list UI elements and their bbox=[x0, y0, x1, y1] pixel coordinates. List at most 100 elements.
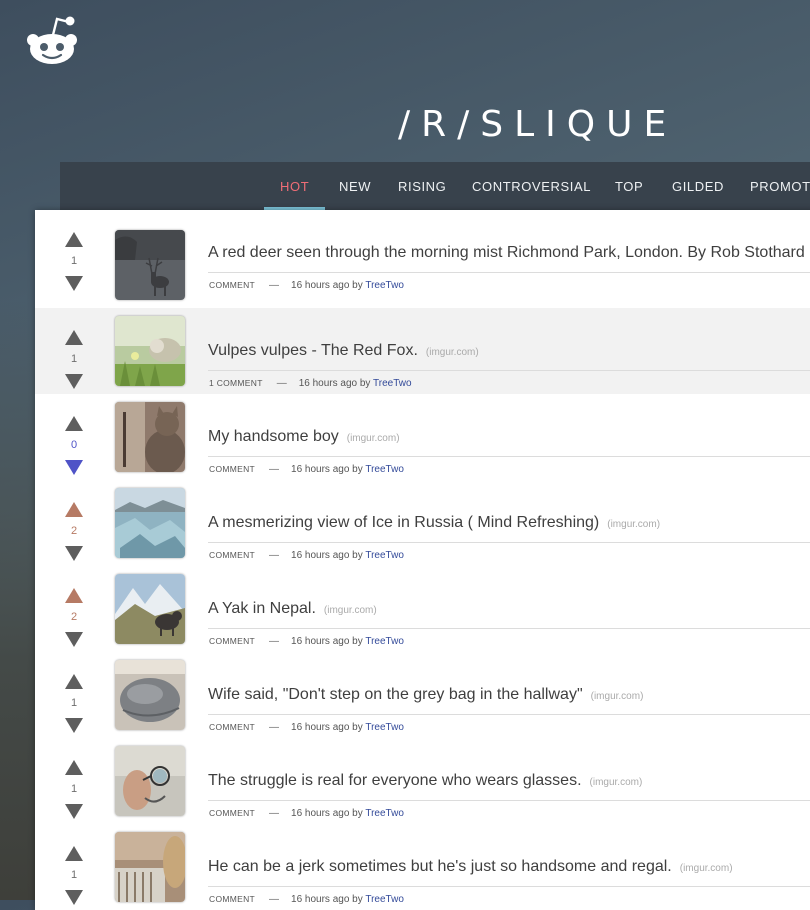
vote-box: 2 bbox=[59, 588, 91, 648]
divider bbox=[208, 800, 810, 801]
vote-box: 0 bbox=[59, 416, 91, 476]
post-meta: COMMENT — 16 hours ago by TreeTwo bbox=[209, 280, 404, 291]
post-time: 16 hours ago by bbox=[298, 378, 371, 389]
comments-link[interactable]: COMMENT bbox=[209, 464, 255, 474]
upvote-arrow-icon[interactable] bbox=[65, 330, 83, 345]
comments-link[interactable]: COMMENT bbox=[209, 636, 255, 646]
tab-top[interactable]: TOP bbox=[615, 162, 643, 208]
vote-box: 1 bbox=[59, 330, 91, 390]
post-score: 1 bbox=[70, 255, 78, 267]
post-title-line: Wife said, "Don't step on the grey bag i… bbox=[208, 686, 643, 704]
post-thumbnail[interactable] bbox=[115, 230, 185, 300]
post-title[interactable]: A mesmerizing view of Ice in Russia ( Mi… bbox=[208, 514, 599, 531]
upvote-arrow-icon[interactable] bbox=[65, 760, 83, 775]
meta-separator: — bbox=[269, 280, 280, 291]
author-link[interactable]: TreeTwo bbox=[365, 808, 404, 819]
post-row: 0 My handsome boy (imgur.com) COMMENT — 16 … bbox=[35, 394, 810, 480]
author-link[interactable]: TreeTwo bbox=[365, 722, 404, 733]
post-domain[interactable]: (imgur.com) bbox=[607, 519, 660, 530]
post-domain[interactable]: (imgur.com) bbox=[590, 777, 643, 788]
post-thumbnail[interactable] bbox=[115, 402, 185, 472]
post-score: 1 bbox=[70, 353, 78, 365]
post-meta: COMMENT — 16 hours ago by TreeTwo bbox=[209, 464, 404, 475]
comments-link[interactable]: COMMENT bbox=[209, 722, 255, 732]
post-title-line: He can be a jerk sometimes but he's just… bbox=[208, 858, 733, 876]
tab-rising[interactable]: RISING bbox=[398, 162, 446, 208]
meta-separator: — bbox=[269, 808, 280, 819]
post-title[interactable]: A Yak in Nepal. bbox=[208, 600, 316, 617]
cat-thumbnail bbox=[115, 402, 185, 472]
post-score: 2 bbox=[70, 611, 78, 623]
divider bbox=[208, 886, 810, 887]
post-domain[interactable]: (imgur.com) bbox=[324, 605, 377, 616]
tab-hot[interactable]: HOT bbox=[263, 162, 326, 210]
post-score: 1 bbox=[70, 697, 78, 709]
hand-glasses-thumbnail bbox=[115, 746, 185, 816]
downvote-arrow-icon[interactable] bbox=[65, 632, 83, 647]
comments-link[interactable]: COMMENT bbox=[209, 808, 255, 818]
meta-separator: — bbox=[269, 464, 280, 475]
vote-box: 1 bbox=[59, 760, 91, 820]
sort-tab-bar: HOT NEW RISING CONTROVERSIAL TOP GILDED … bbox=[60, 162, 810, 210]
downvote-arrow-icon[interactable] bbox=[65, 460, 83, 475]
upvote-arrow-icon[interactable] bbox=[65, 846, 83, 861]
post-title[interactable]: My handsome boy bbox=[208, 428, 339, 445]
post-title[interactable]: The struggle is real for everyone who we… bbox=[208, 772, 582, 789]
downvote-arrow-icon[interactable] bbox=[65, 890, 83, 905]
post-score: 1 bbox=[70, 869, 78, 881]
author-link[interactable]: TreeTwo bbox=[365, 280, 404, 291]
post-title[interactable]: Wife said, "Don't step on the grey bag i… bbox=[208, 686, 583, 703]
meta-separator: — bbox=[269, 550, 280, 561]
post-domain[interactable]: (imgur.com) bbox=[426, 347, 479, 358]
post-meta: COMMENT — 16 hours ago by TreeTwo bbox=[209, 808, 404, 819]
upvote-arrow-icon[interactable] bbox=[65, 674, 83, 689]
post-row: 2 A mesmerizing view of Ice in Russia ( … bbox=[35, 480, 810, 566]
downvote-arrow-icon[interactable] bbox=[65, 718, 83, 733]
author-link[interactable]: TreeTwo bbox=[365, 464, 404, 475]
post-thumbnail[interactable] bbox=[115, 488, 185, 558]
comments-link[interactable]: COMMENT bbox=[209, 550, 255, 560]
post-time: 16 hours ago by bbox=[291, 464, 363, 475]
downvote-arrow-icon[interactable] bbox=[65, 276, 83, 291]
post-title-line: Vulpes vulpes - The Red Fox. (imgur.com) bbox=[208, 342, 479, 360]
post-thumbnail[interactable] bbox=[115, 316, 185, 386]
reddit-logo-icon[interactable] bbox=[22, 15, 82, 67]
downvote-arrow-icon[interactable] bbox=[65, 804, 83, 819]
downvote-arrow-icon[interactable] bbox=[65, 546, 83, 561]
post-thumbnail[interactable] bbox=[115, 746, 185, 816]
post-thumbnail[interactable] bbox=[115, 574, 185, 644]
post-thumbnail[interactable] bbox=[115, 832, 185, 902]
upvote-arrow-icon[interactable] bbox=[65, 232, 83, 247]
tab-new[interactable]: NEW bbox=[339, 162, 371, 208]
post-meta: COMMENT — 16 hours ago by TreeTwo bbox=[209, 550, 404, 561]
author-link[interactable]: TreeTwo bbox=[373, 378, 412, 389]
post-time: 16 hours ago by bbox=[291, 550, 363, 561]
author-link[interactable]: TreeTwo bbox=[365, 636, 404, 647]
post-title[interactable]: A red deer seen through the morning mist… bbox=[208, 244, 805, 261]
tab-gilded[interactable]: GILDED bbox=[672, 162, 724, 208]
post-title[interactable]: Vulpes vulpes - The Red Fox. bbox=[208, 342, 418, 359]
author-link[interactable]: TreeTwo bbox=[365, 550, 404, 561]
divider bbox=[208, 456, 810, 457]
vote-box: 2 bbox=[59, 502, 91, 562]
post-domain[interactable]: (imgur.com) bbox=[591, 691, 644, 702]
upvote-arrow-icon[interactable] bbox=[65, 502, 83, 517]
downvote-arrow-icon[interactable] bbox=[65, 374, 83, 389]
vote-box: 1 bbox=[59, 232, 91, 292]
yak-mountains-thumbnail bbox=[115, 574, 185, 644]
tab-controversial[interactable]: CONTROVERSIAL bbox=[472, 162, 591, 208]
post-domain[interactable]: (imgur.com) bbox=[680, 863, 733, 874]
post-list: 1 A red deer seen through the morning mi… bbox=[35, 210, 810, 910]
comments-link[interactable]: 1 COMMENT bbox=[209, 378, 263, 388]
post-time: 16 hours ago by bbox=[291, 636, 363, 647]
post-score: 2 bbox=[70, 525, 78, 537]
post-domain[interactable]: (imgur.com) bbox=[347, 433, 400, 444]
post-thumbnail[interactable] bbox=[115, 660, 185, 730]
post-time: 16 hours ago by bbox=[291, 722, 363, 733]
upvote-arrow-icon[interactable] bbox=[65, 588, 83, 603]
comments-link[interactable]: COMMENT bbox=[209, 280, 255, 290]
tab-promoted[interactable]: PROMOTED bbox=[750, 162, 810, 208]
post-title[interactable]: He can be a jerk sometimes but he's just… bbox=[208, 858, 672, 875]
comments-link[interactable]: COMMENT bbox=[209, 894, 255, 904]
upvote-arrow-icon[interactable] bbox=[65, 416, 83, 431]
